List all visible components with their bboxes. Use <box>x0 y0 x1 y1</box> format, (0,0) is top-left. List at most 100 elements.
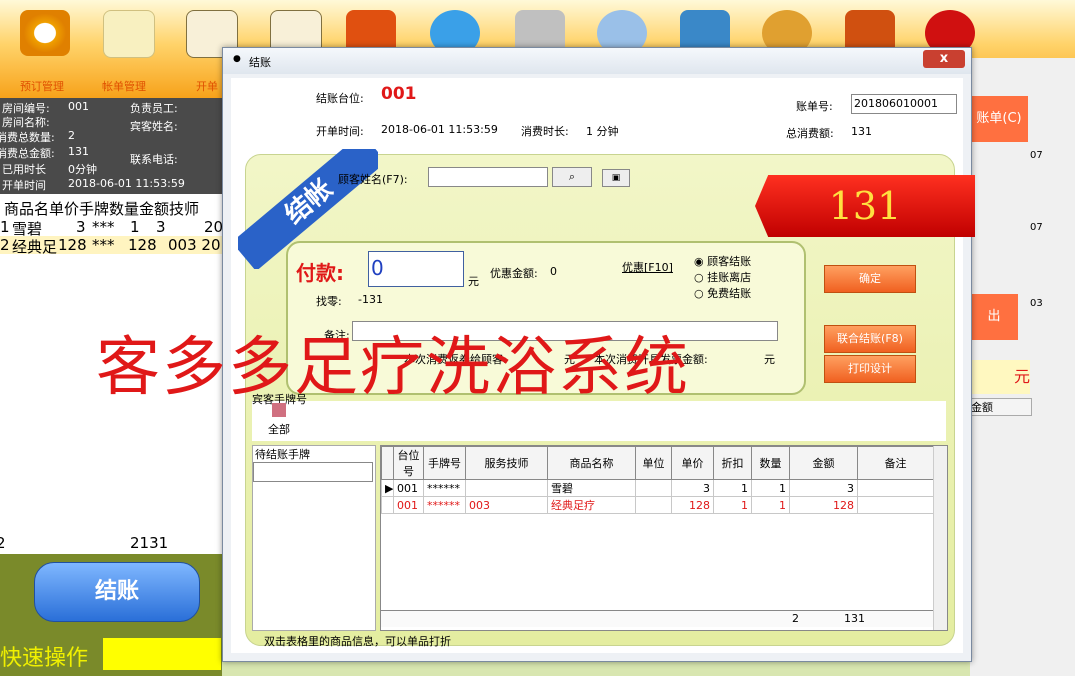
guest-tags-all[interactable]: 全部 <box>268 421 290 437</box>
toolbar-label-open[interactable]: 开单 <box>196 78 218 94</box>
radio-free-label: 免费结账 <box>707 287 752 300</box>
col-header[interactable]: 备注 <box>857 446 934 480</box>
open-time-label: 开单时间: <box>316 125 364 138</box>
note-icon[interactable] <box>103 10 155 58</box>
pay-input[interactable]: 0 <box>368 251 464 287</box>
col-header[interactable]: 服务技师 <box>465 446 548 480</box>
open-time: 2018-06-01 11:53:59 <box>381 123 498 136</box>
cell: 1 <box>751 479 790 497</box>
radio-free[interactable]: ○ 免费结账 <box>694 285 751 301</box>
col-header[interactable]: 数量 <box>751 446 790 480</box>
close-button[interactable]: x <box>923 50 965 68</box>
row-index: 2 <box>0 236 10 254</box>
toolbar-label-reservation[interactable]: 预订管理 <box>20 78 64 94</box>
row-extra: 003 20 <box>168 236 221 254</box>
print-design-button[interactable]: 打印设计 <box>824 355 916 383</box>
footer-amount: 131 <box>844 612 865 625</box>
room-no: 001 <box>68 100 89 113</box>
consume-count-label: 消费总数量: <box>0 131 55 144</box>
bill-no-label: 账单号: <box>796 100 833 113</box>
table-no: 001 <box>381 84 417 104</box>
amount-due-badge: 131 <box>755 175 975 237</box>
open-time: 2018-06-01 11:53:59 <box>68 177 185 190</box>
discount-button[interactable]: 优惠[F10] <box>622 259 673 275</box>
duration: 1 分钟 <box>586 125 619 138</box>
pending-tags-list[interactable]: 待结账手牌 <box>252 445 376 631</box>
open-time-label: 开单时间 <box>2 179 46 192</box>
pending-input[interactable] <box>253 462 373 482</box>
search-icon[interactable]: ⌕ <box>552 167 592 187</box>
radio-customer[interactable]: ◉ 顾客结账 <box>694 253 751 269</box>
consume-count: 2 <box>68 129 75 142</box>
right-number-2: 07 <box>1030 222 1043 233</box>
select-icon[interactable]: ▣ <box>602 169 630 187</box>
row-amount: 3 <box>156 218 166 236</box>
row-price: 128 <box>58 236 87 254</box>
row-marker: ▶ <box>381 479 394 497</box>
row-qty: 1 <box>130 218 140 236</box>
col-header[interactable]: 手牌号 <box>423 446 466 480</box>
cell: 雪碧 <box>547 479 636 497</box>
change-label: 找零: <box>316 295 342 308</box>
guest-name-input[interactable] <box>428 167 548 187</box>
confirm-button[interactable]: 确定 <box>824 265 916 293</box>
cell: 经典足疗 <box>547 496 636 514</box>
cell: 003 <box>465 496 548 514</box>
item-grid[interactable]: 台位号 手牌号 服务技师 商品名称 单位 单价 折扣 数量 金额 备注 ▶ 00… <box>380 445 948 631</box>
watermark-text: 客多多足疗洗浴系统 <box>96 331 690 405</box>
exit-button[interactable]: 出 <box>970 294 1018 340</box>
table-row[interactable]: 001 ****** 003 经典足疗 128 1 1 128 <box>381 496 934 514</box>
table-row[interactable]: 1 雪碧 3 *** 1 3 20 <box>0 218 224 238</box>
col-header[interactable]: 台位号 <box>393 446 424 480</box>
guest-name-label: 宾客姓名: <box>130 120 178 133</box>
right-unit: 元 <box>970 360 1030 394</box>
left-footer: 2 2131 <box>0 534 222 554</box>
consume-total: 131 <box>68 145 89 158</box>
phone-label: 联系电话: <box>130 153 178 166</box>
row-tag: *** <box>92 236 115 254</box>
dialog-title: 结账 <box>249 56 271 69</box>
cell <box>635 479 672 497</box>
dialog-titlebar[interactable]: ● 结账 <box>223 48 971 74</box>
radio-customer-label: 顾客结账 <box>707 255 752 268</box>
discount-label: 优惠金额: <box>490 267 538 280</box>
toolbar-label-bill[interactable]: 帐单管理 <box>102 78 146 94</box>
table-row[interactable]: 2 经典足 128 *** 128 003 20 <box>0 236 222 256</box>
col-header[interactable]: 折扣 <box>713 446 752 480</box>
row-extra: 20 <box>204 218 224 236</box>
checkout-button[interactable]: 结账 <box>34 562 200 622</box>
col-header[interactable]: 单价 <box>671 446 714 480</box>
col-header[interactable]: 金额 <box>789 446 858 480</box>
combined-checkout-button[interactable]: 联合结账(F8) <box>824 325 916 353</box>
footer-qty: 2 <box>792 612 799 625</box>
col-header[interactable]: 单位 <box>635 446 672 480</box>
cell <box>465 479 548 497</box>
cell: 128 <box>671 496 714 514</box>
table-row[interactable]: ▶ 001 ****** 雪碧 3 1 1 3 <box>381 479 934 497</box>
row-marker <box>381 496 394 514</box>
row-marker-header <box>381 446 394 480</box>
table-header-row: 台位号 手牌号 服务技师 商品名称 单位 单价 折扣 数量 金额 备注 <box>381 446 934 480</box>
bill-button[interactable]: 账单(C) <box>970 96 1028 142</box>
guest-name-label: 顾客姓名(F7): <box>338 173 408 186</box>
bill-no: 201806010001 <box>854 97 938 110</box>
right-amount-header: 金额 <box>970 398 1032 416</box>
dialog-icon: ● <box>233 54 241 64</box>
cell: 1 <box>713 496 752 514</box>
change-value: -131 <box>358 293 383 306</box>
total: 131 <box>851 125 872 138</box>
clock-icon[interactable] <box>20 10 70 56</box>
pay-value: 0 <box>371 256 384 280</box>
bill-no-field[interactable]: 201806010001 <box>851 94 957 114</box>
col-header[interactable]: 商品名称 <box>547 446 636 480</box>
quick-operation-input[interactable] <box>103 638 221 670</box>
radio-credit[interactable]: ○ 挂账离店 <box>694 269 751 285</box>
pending-label: 待结账手牌 <box>255 448 310 461</box>
cell: ****** <box>423 496 466 514</box>
cell: 001 <box>393 496 424 514</box>
used-time: 0分钟 <box>68 163 97 176</box>
cell <box>635 496 672 514</box>
row-index: 1 <box>0 218 10 236</box>
vertical-scrollbar[interactable] <box>933 446 947 630</box>
quick-operation-label: 快速操作 <box>0 646 89 671</box>
